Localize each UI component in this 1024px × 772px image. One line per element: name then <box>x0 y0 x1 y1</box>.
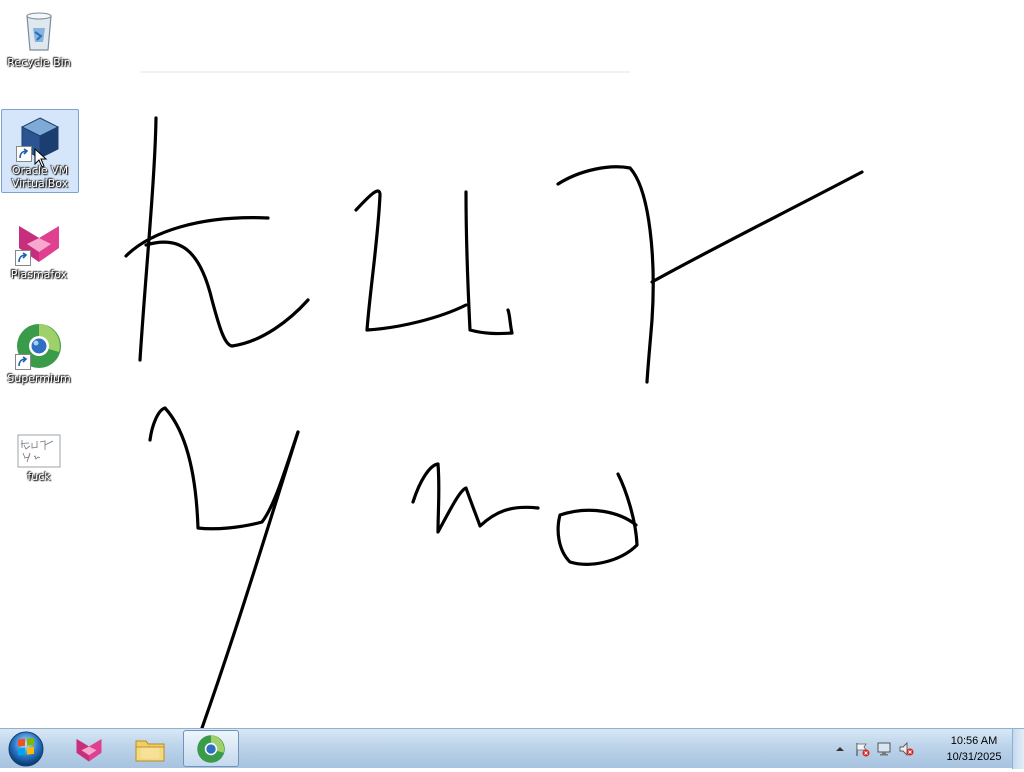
taskbar: 10:56 AM 10/31/2025 <box>0 728 1024 769</box>
action-center-flag-icon[interactable] <box>854 741 870 757</box>
desktop-icon-virtualbox[interactable]: Oracle VM VirtualBox <box>1 109 79 193</box>
start-button[interactable] <box>4 730 48 768</box>
handwriting-wallpaper <box>124 71 864 728</box>
mouse-cursor-icon <box>34 148 48 168</box>
clock-date: 10/31/2025 <box>946 751 1002 763</box>
desktop-icon-supermium[interactable]: Supermium <box>1 318 77 390</box>
shortcut-arrow-icon <box>15 354 31 370</box>
folder-icon <box>135 740 165 762</box>
supermium-icon <box>15 322 63 370</box>
network-icon[interactable] <box>876 741 892 757</box>
desktop[interactable]: Recycle Bin Oracle VM VirtualBox Plasmaf… <box>0 0 1024 728</box>
shortcut-arrow-icon <box>16 146 32 162</box>
plasmafox-icon <box>15 218 63 266</box>
windows-orb-icon <box>8 731 44 767</box>
supermium-icon <box>197 735 225 763</box>
desktop-icon-label: Recycle Bin <box>7 56 71 69</box>
desktop-icon-label: Plasmafox <box>10 268 68 281</box>
desktop-icon-label: fuck <box>27 470 51 483</box>
desktop-icon-image-file[interactable]: fuck <box>1 430 77 494</box>
desktop-icon-recycle-bin[interactable]: Recycle Bin <box>1 2 77 74</box>
taskbar-button-plasmafox[interactable] <box>62 730 118 767</box>
clock-time: 10:56 AM <box>950 735 998 747</box>
system-tray: 10:56 AM 10/31/2025 <box>830 729 1010 769</box>
taskbar-button-supermium[interactable] <box>183 730 239 767</box>
image-file-icon <box>17 434 61 468</box>
show-hidden-icons-chevron-icon[interactable] <box>832 741 848 757</box>
clock[interactable]: 10:56 AM 10/31/2025 <box>938 733 1010 765</box>
shortcut-arrow-icon <box>15 250 31 266</box>
recycle-bin-icon <box>15 6 63 54</box>
desktop-icon-plasmafox[interactable]: Plasmafox <box>1 214 77 286</box>
plasmafox-icon <box>76 739 102 762</box>
show-desktop-button[interactable] <box>1012 729 1024 769</box>
taskbar-button-explorer[interactable] <box>122 730 178 767</box>
desktop-icon-label: Supermium <box>7 372 71 385</box>
volume-muted-icon[interactable] <box>898 741 914 757</box>
